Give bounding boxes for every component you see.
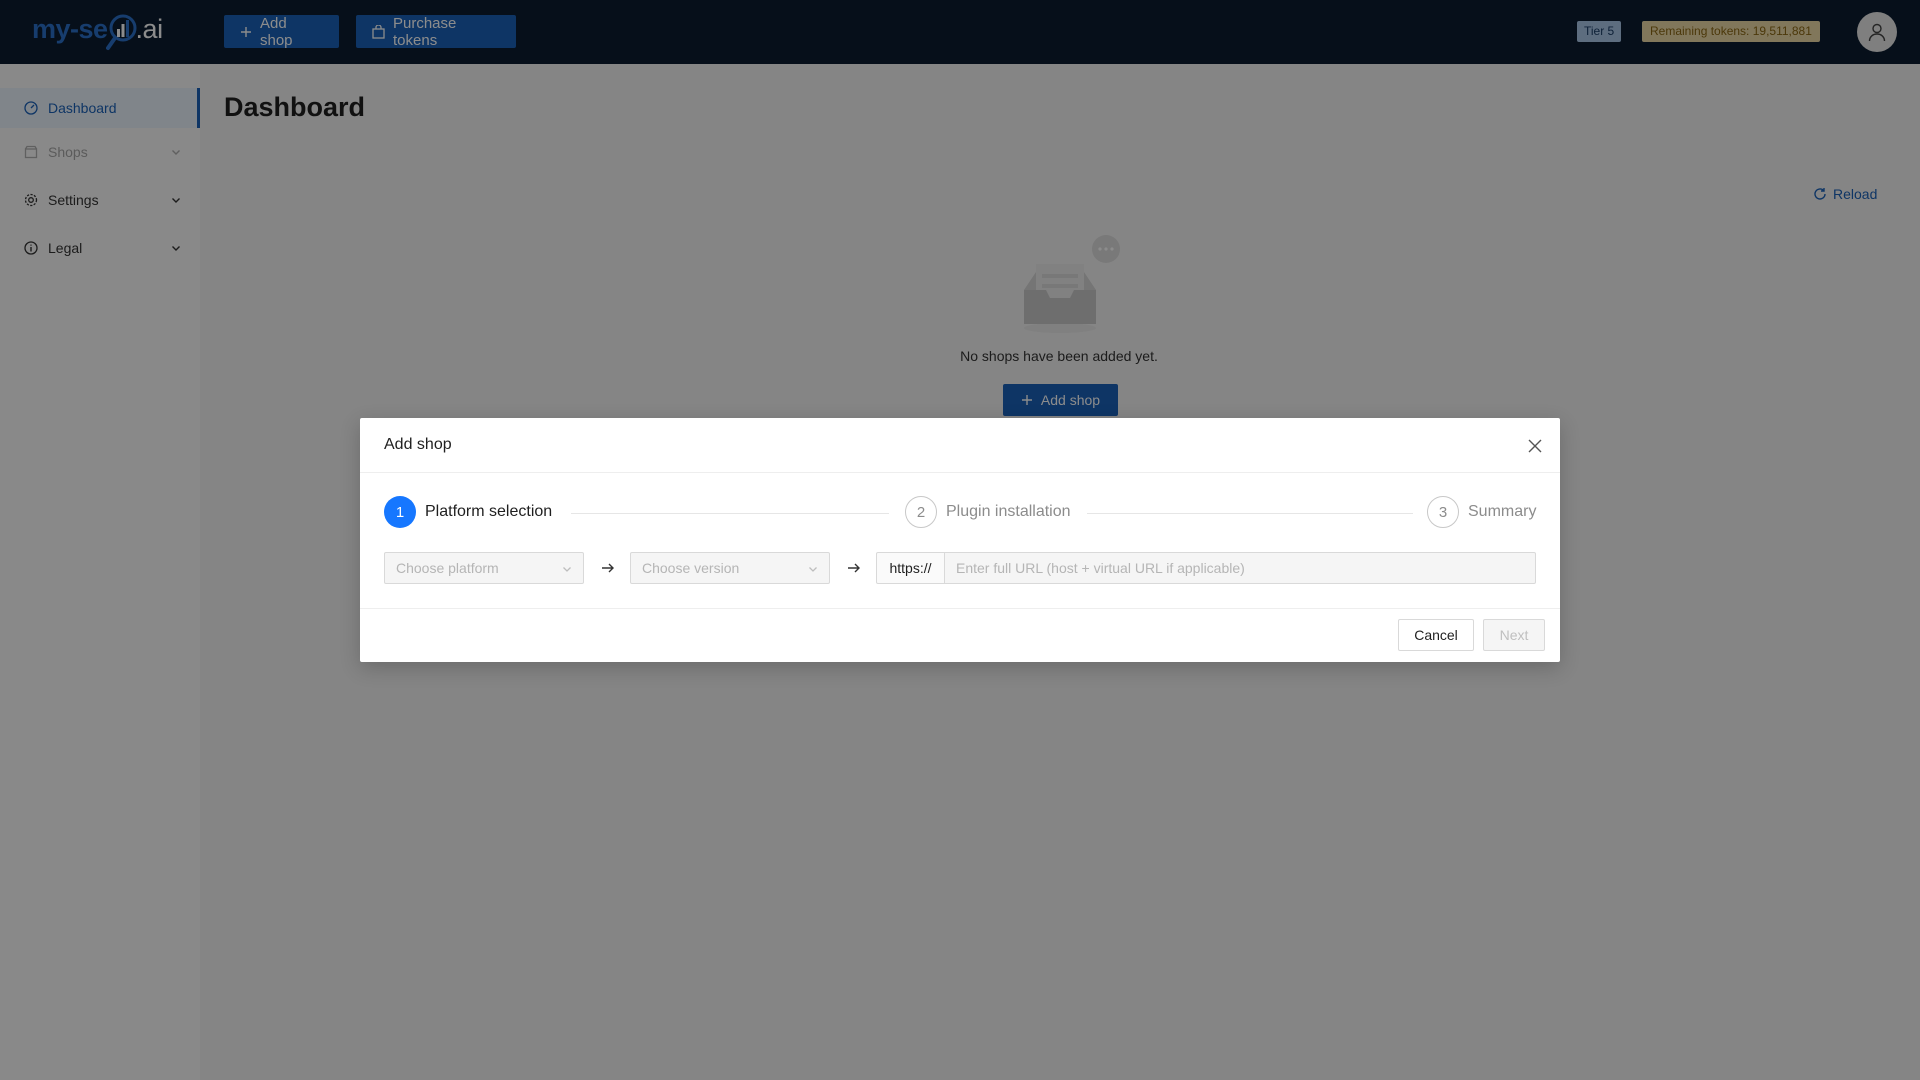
platform-select-placeholder: Choose platform	[396, 560, 499, 576]
modal-header: Add shop	[360, 418, 1560, 473]
step-label: Platform selection	[425, 503, 553, 520]
modal-title: Add shop	[384, 436, 452, 453]
url-prefix-addon: https://	[876, 552, 945, 584]
chevron-down-icon	[809, 567, 817, 572]
step-label: Plugin installation	[946, 503, 1071, 520]
modal-footer: Cancel Next	[360, 608, 1560, 662]
close-icon[interactable]	[1526, 437, 1544, 455]
step-label: Summary	[1468, 503, 1537, 520]
arrow-right-icon	[848, 563, 860, 573]
arrow-right-icon	[602, 563, 614, 573]
cancel-button[interactable]: Cancel	[1398, 619, 1474, 651]
step-plugin-installation: 2 Plugin installation	[905, 496, 1071, 528]
step-number: 1	[384, 496, 416, 528]
url-input[interactable]	[944, 552, 1536, 584]
add-shop-modal: Add shop 1 Platform selection 2 Plugin i…	[360, 418, 1560, 662]
step-connector	[571, 513, 889, 514]
version-select[interactable]: Choose version	[630, 552, 830, 584]
next-button[interactable]: Next	[1483, 619, 1545, 651]
step-connector	[1087, 513, 1413, 514]
platform-select[interactable]: Choose platform	[384, 552, 584, 584]
chevron-down-icon	[563, 567, 571, 572]
step-number: 2	[905, 496, 937, 528]
step-platform-selection: 1 Platform selection	[384, 496, 552, 528]
version-select-placeholder: Choose version	[642, 560, 740, 576]
step-summary: 3 Summary	[1427, 496, 1536, 528]
step-number: 3	[1427, 496, 1459, 528]
